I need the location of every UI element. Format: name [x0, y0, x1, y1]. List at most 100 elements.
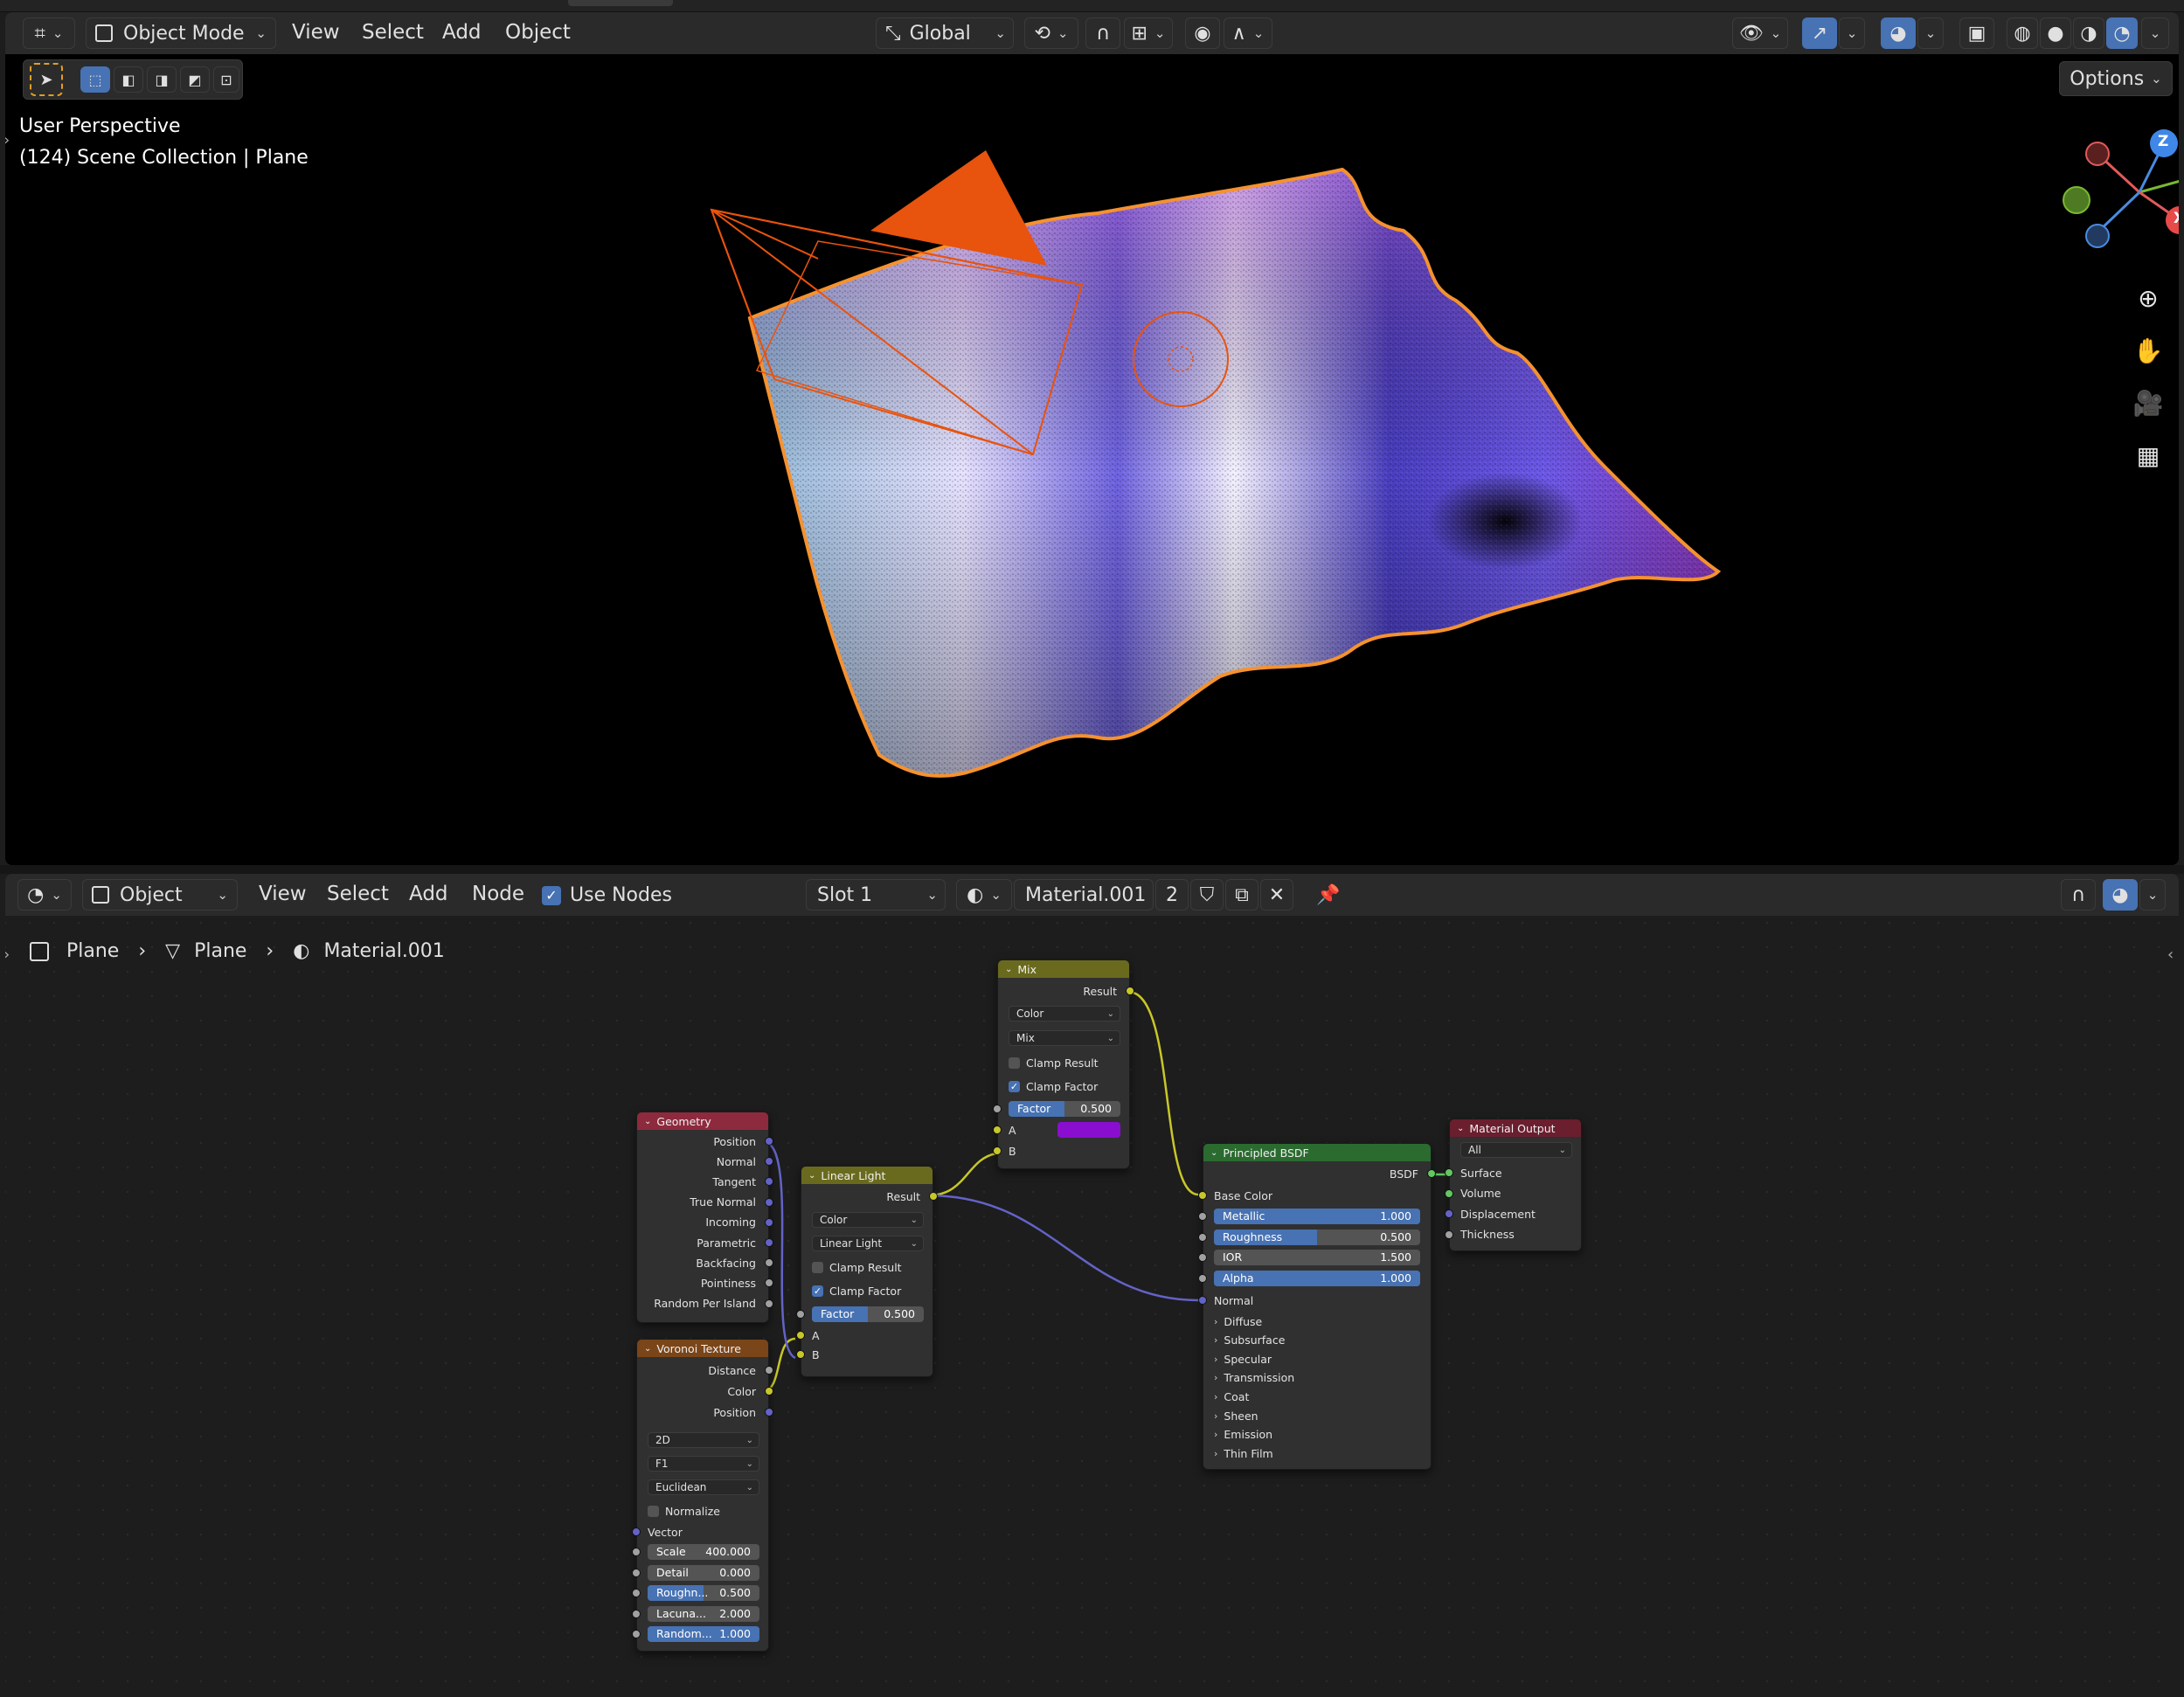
voronoi-texture-node[interactable]: ⌄ Voronoi Texture Distance Color Position…: [632, 1339, 773, 1652]
node-header[interactable]: ⌄ Mix: [998, 960, 1129, 978]
collapse-arrow-icon[interactable]: ⌄: [1005, 965, 1012, 974]
input-socket[interactable]: [632, 1609, 641, 1618]
output-socket[interactable]: [765, 1217, 773, 1227]
panel-toggle[interactable]: › Emission: [1214, 1427, 1272, 1443]
principled-bsdf-node[interactable]: ⌄ Principled BSDF BSDF Base Color Metalli…: [1198, 1143, 1436, 1470]
collapse-arrow-icon[interactable]: ⌄: [1210, 1148, 1217, 1158]
value-slider[interactable]: Detail 0.000: [648, 1564, 759, 1581]
feature-dropdown[interactable]: F1 ⌄: [648, 1456, 759, 1472]
output-label: Pointiness: [700, 1276, 756, 1290]
clamp-result-checkbox[interactable]: Clamp Result: [1009, 1055, 1099, 1070]
input-socket[interactable]: [1445, 1168, 1453, 1177]
panel-toggle[interactable]: › Thin Film: [1214, 1445, 1273, 1461]
area-separator[interactable]: [0, 865, 2184, 874]
a-color-swatch[interactable]: [1057, 1122, 1120, 1138]
feature-value: F1: [655, 1458, 669, 1470]
shader-node-editor[interactable]: ◔ ⌄ Object ⌄ View Select Add Node ✓ Use N…: [5, 874, 2179, 1692]
a-socket[interactable]: [796, 1331, 805, 1340]
value-slider[interactable]: Roughness 0.500: [1214, 1229, 1420, 1245]
output-socket[interactable]: [765, 1197, 773, 1207]
zoom-icon[interactable]: ⊕: [2126, 276, 2170, 320]
value-slider[interactable]: Roughn... 0.500: [648, 1585, 759, 1601]
collapse-arrow-icon[interactable]: ⌄: [1457, 1124, 1464, 1133]
data-type-dropdown[interactable]: Color ⌄: [1009, 1006, 1120, 1022]
input-socket[interactable]: [632, 1548, 641, 1556]
field-label: Lacuna...: [656, 1606, 706, 1620]
data-type-value: Color: [820, 1214, 848, 1226]
input-socket[interactable]: [632, 1589, 641, 1597]
blend-mode-dropdown[interactable]: Linear Light ⌄: [812, 1236, 924, 1251]
factor-socket[interactable]: [993, 1105, 1002, 1113]
a-socket[interactable]: [993, 1126, 1002, 1134]
output-socket[interactable]: [765, 1137, 773, 1146]
linear-light-node[interactable]: ⌄ Linear Light Result Color ⌄ Linear Light…: [796, 1166, 938, 1377]
geometry-node[interactable]: ⌄ Geometry Position Normal Tangent True Norm…: [636, 1112, 773, 1323]
hand-pan-icon[interactable]: ✋: [2126, 329, 2170, 372]
input-socket[interactable]: [632, 1568, 641, 1577]
input-socket[interactable]: [1445, 1188, 1453, 1198]
factor-slider[interactable]: Factor 0.500: [1009, 1101, 1120, 1117]
input-socket[interactable]: [632, 1630, 641, 1638]
collapse-arrow-icon[interactable]: ⌄: [644, 1344, 651, 1354]
normalize-checkbox[interactable]: Normalize: [648, 1503, 720, 1519]
bsdf-output-socket[interactable]: [1427, 1169, 1436, 1178]
panel-toggle[interactable]: › Specular: [1214, 1351, 1272, 1367]
normal-input-socket[interactable]: [1198, 1296, 1207, 1305]
factor-slider[interactable]: Factor 0.500: [812, 1306, 924, 1322]
base-color-socket[interactable]: [1198, 1191, 1207, 1200]
output-socket[interactable]: [1126, 987, 1134, 995]
clamp-result-checkbox[interactable]: Clamp Result: [812, 1259, 902, 1275]
node-header[interactable]: ⌄ Voronoi Texture: [637, 1340, 768, 1357]
vector-input-socket[interactable]: [632, 1527, 641, 1536]
camera-view-icon[interactable]: 🎥: [2126, 381, 2170, 425]
value-slider[interactable]: Lacuna... 2.000: [648, 1605, 759, 1622]
ortho-grid-icon[interactable]: ▦: [2126, 433, 2170, 477]
scene-render[interactable]: [5, 12, 2179, 865]
node-header[interactable]: ⌄ Geometry: [637, 1112, 768, 1130]
workspace-tab-active[interactable]: [568, 0, 673, 6]
factor-socket[interactable]: [796, 1310, 805, 1319]
input-socket[interactable]: [1445, 1209, 1453, 1218]
panel-toggle[interactable]: › Transmission: [1214, 1370, 1294, 1386]
distance-metric-dropdown[interactable]: Euclidean ⌄: [648, 1479, 759, 1495]
clamp-factor-checkbox[interactable]: ✓ Clamp Factor: [1009, 1078, 1098, 1094]
value-slider[interactable]: IOR 1.500: [1214, 1250, 1420, 1265]
chevron-right-icon: ›: [1214, 1353, 1218, 1365]
dimensions-dropdown[interactable]: 2D ⌄: [648, 1432, 759, 1448]
collapse-arrow-icon[interactable]: ⌄: [644, 1117, 651, 1126]
panel-toggle[interactable]: › Sheen: [1214, 1408, 1258, 1423]
3d-viewport[interactable]: ⌗ ⌄ Object Mode ⌄ View Select Add Object …: [5, 12, 2179, 865]
input-socket[interactable]: [1445, 1229, 1453, 1239]
node-header[interactable]: ⌄ Material Output: [1450, 1119, 1581, 1137]
input-socket[interactable]: [1198, 1253, 1207, 1262]
mix-node[interactable]: ⌄ Mix Result Color ⌄ Mix ⌄ Clamp Result ✓ Cl…: [993, 959, 1134, 1169]
input-socket[interactable]: [1198, 1212, 1207, 1221]
node-header[interactable]: ⌄ Linear Light: [801, 1167, 933, 1184]
b-socket[interactable]: [993, 1146, 1002, 1155]
value-slider[interactable]: Alpha 1.000: [1214, 1270, 1420, 1286]
input-label: Thickness: [1460, 1228, 1515, 1241]
value-slider[interactable]: Random... 1.000: [648, 1626, 759, 1642]
color-output-socket[interactable]: [765, 1387, 773, 1396]
value-slider[interactable]: Metallic 1.000: [1214, 1209, 1420, 1224]
clamp-result-label: Clamp Result: [829, 1260, 902, 1274]
panel-toggle[interactable]: › Subsurface: [1214, 1333, 1285, 1348]
output-socket[interactable]: [765, 1238, 773, 1247]
node-header[interactable]: ⌄ Principled BSDF: [1203, 1144, 1431, 1161]
blend-mode-dropdown[interactable]: Mix ⌄: [1009, 1030, 1120, 1046]
data-type-dropdown[interactable]: Color ⌄: [812, 1212, 924, 1228]
output-socket[interactable]: [765, 1299, 773, 1308]
position-output-socket[interactable]: [765, 1408, 773, 1416]
collapse-arrow-icon[interactable]: ⌄: [808, 1171, 815, 1181]
b-socket[interactable]: [796, 1350, 805, 1359]
value-slider[interactable]: Scale 400.000: [648, 1544, 759, 1560]
output-socket[interactable]: [929, 1192, 938, 1201]
panel-toggle[interactable]: › Diffuse: [1214, 1313, 1262, 1329]
clamp-factor-checkbox[interactable]: ✓ Clamp Factor: [812, 1283, 901, 1299]
material-output-node[interactable]: ⌄ Material Output All ⌄ Surface Volume Displ…: [1445, 1119, 1582, 1251]
distance-output-socket[interactable]: [765, 1366, 773, 1375]
render-target-dropdown[interactable]: All ⌄: [1460, 1142, 1572, 1158]
panel-toggle[interactable]: › Coat: [1214, 1389, 1249, 1404]
input-socket[interactable]: [1198, 1232, 1207, 1242]
input-socket[interactable]: [1198, 1273, 1207, 1283]
